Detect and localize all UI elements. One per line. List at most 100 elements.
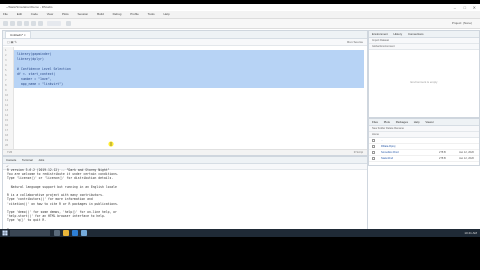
files-actions[interactable]: New Folder Delete Rename [372, 127, 404, 130]
menu-edit[interactable]: Edit [17, 12, 22, 16]
file-checkbox[interactable] [372, 157, 375, 160]
code-area[interactable]: 1 2 3 4 5 6 7 8 9 10 11 12 13 14 15 16 1… [3, 47, 367, 155]
files-pane: Files Plots Packages Help Viewer New Fol… [368, 118, 480, 166]
line-number: 7 [5, 79, 7, 82]
task-view-icon[interactable] [54, 230, 60, 236]
editor-toolbar: ▢ ▣ ✎ Run Source [3, 39, 367, 46]
tab-files[interactable]: Files [372, 120, 378, 124]
menu-build[interactable]: Build [97, 12, 104, 16]
file-row[interactable]: Stats.Rmd 278 B Jan 12, 2020 [369, 156, 479, 162]
line-number: 14 [5, 114, 9, 117]
menu-plots[interactable]: Plots [62, 12, 69, 16]
console-tabs: Console Terminal Jobs [3, 157, 367, 164]
line-number: 12 [5, 104, 9, 107]
file-checkbox[interactable] [372, 151, 375, 154]
new-file-icon[interactable] [3, 21, 8, 26]
file-modified: Jan 12, 2020 [459, 157, 474, 160]
window-title: ~/Stats/Simulation/Demo - RStudio [6, 5, 53, 9]
console-line: Type 'license()' or 'licence()' for dist… [7, 176, 114, 181]
line-number: 6 [5, 74, 7, 77]
file-name[interactable]: Stats.Rmd [381, 156, 393, 161]
console-pane: Console Terminal Jobs ~/ R version 3.6.2… [2, 156, 368, 229]
line-number: 20 [5, 144, 9, 147]
console-line: Type 'q()' to quit R. [7, 218, 47, 223]
menu-session[interactable]: Session [78, 12, 89, 16]
save-source-icon[interactable]: ▢ ▣ ✎ [7, 40, 17, 44]
file-type-selector[interactable]: R Script [354, 150, 363, 155]
tab-jobs[interactable]: Jobs [38, 158, 44, 162]
console-line: Natural language support but running in … [7, 184, 117, 189]
editor-status-bar: 7:26 R Script [3, 149, 367, 155]
system-clock[interactable]: 10:41 AM [464, 229, 477, 237]
rstudio-taskbar-icon[interactable] [81, 230, 87, 236]
menu-view[interactable]: View [47, 12, 53, 16]
save-icon[interactable] [24, 21, 29, 26]
rstudio-window: ~/Stats/Simulation/Demo - RStudio – □ ✕ … [0, 4, 480, 229]
code-line[interactable]: library(gapminder) [17, 52, 52, 56]
project-selector[interactable]: Project: (None) [452, 20, 472, 27]
file-name[interactable]: RData.Rproj [381, 144, 395, 149]
console-line: 'citation()' on how to cite R or R packa… [7, 201, 119, 206]
tab-packages[interactable]: Packages [396, 120, 408, 124]
save-all-icon[interactable] [31, 21, 36, 26]
menu-help[interactable]: Help [163, 12, 169, 16]
close-button[interactable]: ✕ [473, 4, 476, 11]
minimize-button[interactable]: – [454, 4, 456, 11]
file-name[interactable]: .. [381, 138, 382, 143]
tab-terminal[interactable]: Terminal [22, 158, 33, 162]
files-tabs: Files Plots Packages Help Viewer [369, 119, 479, 126]
code-line[interactable]: app_name = "linkvirt") [17, 82, 63, 86]
file-explorer-icon[interactable] [63, 230, 69, 236]
open-file-icon[interactable] [17, 21, 22, 26]
line-number-gutter: 1 2 3 4 5 6 7 8 9 10 11 12 13 14 15 16 1… [3, 47, 14, 155]
tab-history[interactable]: History [393, 32, 402, 36]
tab-viewer[interactable]: Viewer [425, 120, 434, 124]
code-line[interactable]: df <- start_context( [17, 72, 55, 76]
line-number: 10 [5, 94, 9, 97]
run-source-buttons[interactable]: Run Source [347, 39, 363, 45]
new-project-icon[interactable] [10, 21, 15, 26]
line-number: 4 [5, 64, 7, 67]
code-line[interactable]: library(dplyr) [17, 57, 44, 61]
import-dataset-button[interactable]: Import Dataset [372, 39, 389, 42]
menu-tools[interactable]: Tools [148, 12, 155, 16]
file-checkbox[interactable] [372, 139, 375, 142]
line-number: 19 [5, 139, 9, 142]
mouse-cursor-icon [108, 141, 114, 147]
tab-plots[interactable]: Plots [384, 120, 390, 124]
console-output[interactable]: R version 3.6.2 (2019-12-12) -- "Dark an… [7, 168, 119, 229]
file-modified: Jan 12, 2020 [459, 151, 474, 154]
print-icon[interactable] [38, 21, 43, 26]
file-name[interactable]: SomeDoc.Rmd [381, 150, 399, 155]
taskbar-search-box[interactable] [10, 230, 50, 236]
line-number: 5 [5, 69, 7, 72]
editor-tab-untitled[interactable]: Untitled1* × [5, 31, 31, 38]
file-size: 278 B [439, 157, 446, 160]
code-line[interactable]: number = "1ave", [17, 77, 52, 81]
go-to-file-field[interactable] [47, 21, 61, 26]
file-checkbox[interactable] [372, 145, 375, 148]
environment-scope-selector[interactable]: Global Environment [372, 45, 395, 48]
tab-help[interactable]: Help [414, 120, 420, 124]
environment-scope-bar: Global Environment [369, 44, 479, 50]
line-number: 1 [5, 49, 7, 52]
menu-debug[interactable]: Debug [113, 12, 122, 16]
menu-code[interactable]: Code [31, 12, 38, 16]
addins-icon[interactable] [66, 21, 71, 26]
windows-start-icon[interactable] [2, 230, 8, 236]
right-lower-area [368, 166, 478, 229]
cursor-position: 7:26 [7, 151, 13, 154]
menu-profile[interactable]: Profile [130, 12, 139, 16]
tab-environment[interactable]: Environment [372, 32, 388, 36]
menu-file[interactable]: File [3, 12, 8, 16]
code-line[interactable]: # Confidence Level Selection [17, 67, 71, 71]
line-number: 18 [5, 134, 9, 137]
source-editor-pane: Untitled1* × ▢ ▣ ✎ Run Source 1 2 3 4 5 … [2, 30, 368, 156]
maximize-button[interactable]: □ [464, 4, 466, 11]
windows-taskbar: 10:41 AM [0, 229, 480, 237]
breadcrumb-home[interactable]: Home [372, 133, 379, 136]
browser-icon[interactable] [72, 230, 78, 236]
tab-console[interactable]: Console [6, 158, 16, 162]
tab-connections[interactable]: Connections [408, 32, 424, 36]
line-number: 11 [5, 99, 9, 102]
